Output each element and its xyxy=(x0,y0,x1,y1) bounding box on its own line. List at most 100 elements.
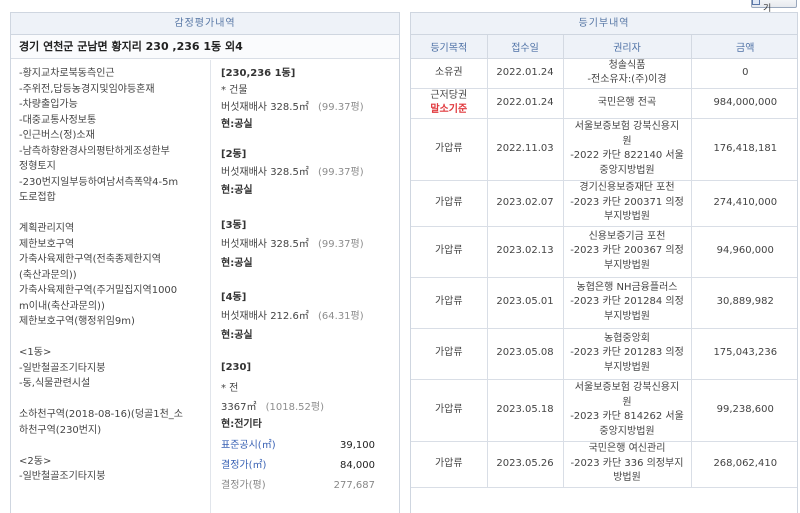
building-use: 버섯재배사 xyxy=(221,102,267,113)
feature-line xyxy=(19,330,210,346)
price-value: 84,000 xyxy=(340,460,375,471)
col-header-purpose: 등기목적 xyxy=(411,35,488,59)
building-title: [4동] xyxy=(221,292,247,303)
feature-line: -일반철골조기타지붕 xyxy=(19,471,106,482)
price-value: 277,687 xyxy=(333,480,375,491)
feature-line: -황지교차로북동측인근 xyxy=(19,68,115,79)
print-button[interactable]: 인쇄하기 xyxy=(751,0,797,14)
col-header-amount: 금액 xyxy=(691,35,797,59)
registry-row: 가압류 2023.05.08 농협중앙회 -2023 카단 201283 의정부지방법… xyxy=(411,328,797,380)
purpose-label: 소유권 xyxy=(434,66,463,78)
building-block: [230,236 1동] * 건물 버섯재배사 328.5㎡ (99.37평) … xyxy=(221,66,399,130)
registry-amount: 268,062,410 xyxy=(691,441,797,488)
building-pyeong: (64.31평) xyxy=(318,311,364,322)
feature-line: (축산과문의)) xyxy=(19,269,77,281)
registry-holder: 경기신용보증재단 포천 -2023 카단 200371 의정 부지방법원 xyxy=(563,180,692,227)
col-header-date: 접수일 xyxy=(487,35,564,59)
printer-icon xyxy=(752,0,760,5)
registry-date: 2022.11.03 xyxy=(487,118,564,181)
holder-line: -2023 카단 336 의정부지 xyxy=(570,457,684,469)
holder-line: 중앙지방법원 xyxy=(599,425,655,437)
registry-amount: 175,043,236 xyxy=(691,328,797,380)
land-pyeong: (1018.52평) xyxy=(265,402,324,413)
price-row: 결정가(㎡) 84,000 xyxy=(221,458,399,473)
registry-date: 2023.02.07 xyxy=(487,180,564,227)
registry-date: 2023.02.13 xyxy=(487,226,564,278)
building-type: * 건물 xyxy=(221,85,248,96)
purpose-label: 가압류 xyxy=(434,245,463,257)
purpose-label: 근저당권 xyxy=(430,89,468,101)
purpose-label: 가압류 xyxy=(434,296,463,308)
building-block: [4동] 버섯재배사 212.6㎡ (64.31평) 현:공실 xyxy=(221,270,399,342)
property-address: 경기 연천군 군남면 황지리 230 ,236 1동 외4 xyxy=(11,35,399,59)
building-area-value: 328.5㎡ xyxy=(270,167,309,178)
feature-line: 가축사육제한구역(주거밀집지역1000 xyxy=(19,285,178,296)
holder-line: -2023 카단 200371 의정 xyxy=(570,196,684,208)
building-area-value: 212.6㎡ xyxy=(270,311,309,322)
feature-line: 계획관리지역 xyxy=(19,223,75,234)
registry-date: 2023.05.18 xyxy=(487,379,564,442)
registry-row: 가압류 2023.02.07 경기신용보증재단 포천 -2023 카단 200371 … xyxy=(411,180,797,227)
feature-line: 정형토지 xyxy=(19,161,56,172)
registry-purpose: 근저당권말소기준 xyxy=(411,88,488,119)
registry-date: 2023.05.01 xyxy=(487,277,564,329)
feature-line: -대중교통사정보통 xyxy=(19,114,97,126)
building-title: [230,236 1동] xyxy=(221,68,296,79)
holder-line: -2023 카단 200367 의정 xyxy=(570,245,684,257)
holder-line: 농협중앙회 xyxy=(604,332,650,344)
building-area: 버섯재배사 328.5㎡ (99.37평) xyxy=(221,100,399,115)
building-title: [3동] xyxy=(221,220,247,231)
appraisal-body: -황지교차로북동측인근 -주위전,답등농경지및임야등혼재 -차량출입가능 -대중교통사… xyxy=(11,60,399,513)
registry-amount: 176,418,181 xyxy=(691,118,797,181)
building-title: [2동] xyxy=(221,149,247,160)
registry-amount: 984,000,000 xyxy=(691,88,797,119)
purpose-label: 가압류 xyxy=(434,347,463,359)
registry-table: 등기목적 접수일 권리자 금액 소유권 2022.01.24 청솔식품 -전소유자:(… xyxy=(411,35,797,488)
holder-line: -2023 카단 201283 의정 xyxy=(570,347,684,359)
property-features: -황지교차로북동측인근 -주위전,답등농경지및임야등혼재 -차량출입가능 -대중교통사… xyxy=(11,60,211,513)
registry-row: 소유권 2022.01.24 청솔식품 -전소유자:(주)이경 0 xyxy=(411,58,797,89)
price-row: 표준공시(㎡) 39,100 xyxy=(221,438,399,453)
feature-line xyxy=(19,438,210,454)
registry-date: 2023.05.08 xyxy=(487,328,564,380)
registry-holder: 농협중앙회 -2023 카단 201283 의정부지방법원 xyxy=(563,328,692,380)
purpose-label: 가압류 xyxy=(434,196,463,208)
registry-holder: 청솔식품 -전소유자:(주)이경 xyxy=(563,58,692,89)
holder-line: -2023 카단 201284 의정 xyxy=(570,296,684,308)
registry-row: 가압류 2022.11.03 서울보증보험 강북신용지 원 -2022 카단 82214… xyxy=(411,118,797,181)
registry-panel: 등기부내역 등기목적 접수일 권리자 금액 소유권 2022.01.24 청솔식품 -… xyxy=(410,12,798,513)
registry-purpose: 가압류 xyxy=(411,226,488,278)
price-label: 결정가(평) xyxy=(221,480,266,491)
baseline-tag: 말소기준 xyxy=(430,104,468,115)
holder-line: 국민은행 여신관리 xyxy=(588,443,666,455)
feature-line: 가축사육제한구역(전축종제한지역 xyxy=(19,254,161,265)
registry-row: 가압류 2023.05.18 서울보증보험 강북신용지 원 -2023 카단 81426… xyxy=(411,379,797,442)
building-area: 버섯재배사 328.5㎡ (99.37평) xyxy=(221,237,399,252)
land-type: * 전 xyxy=(221,383,239,394)
holder-line: 경기신용보증재단 포천 xyxy=(579,182,675,194)
registry-row: 가압류 2023.02.13 신용보증기금 포천 -2023 카단 200367 의정… xyxy=(411,226,797,278)
registry-purpose: 가압류 xyxy=(411,379,488,442)
building-pyeong: (99.37평) xyxy=(318,102,364,113)
holder-line: 부지방법원 xyxy=(604,361,650,373)
holder-line: 부지방법원 xyxy=(604,310,650,322)
building-area: 버섯재배사 328.5㎡ (99.37평) xyxy=(221,165,399,180)
price-row: 결정가(평) 277,687 xyxy=(221,478,399,493)
registry-amount: 94,960,000 xyxy=(691,226,797,278)
building-area-value: 328.5㎡ xyxy=(270,102,309,113)
building-status: 현:공실 xyxy=(221,185,253,196)
holder-line: 신용보증기금 포천 xyxy=(588,230,666,242)
feature-line: -230번지일부등하여남서측폭약4-5m xyxy=(19,176,179,188)
appraisal-panel: 감정평가내역 경기 연천군 군남면 황지리 230 ,236 1동 외4 -황지… xyxy=(10,12,400,513)
feature-line: m이내(축산과문의)) xyxy=(19,300,105,312)
building-block: [3동] 버섯재배사 328.5㎡ (99.37평) 현:공실 xyxy=(221,198,399,270)
holder-line: 국민은행 전곡 xyxy=(597,96,657,108)
holder-line: 방법원 xyxy=(613,472,641,484)
building-block: [2동] 버섯재배사 328.5㎡ (99.37평) 현:공실 xyxy=(221,127,399,198)
holder-line: 중앙지방법원 xyxy=(599,164,655,176)
appraisal-panel-title: 감정평가내역 xyxy=(11,13,399,35)
registry-date: 2023.05.26 xyxy=(487,441,564,488)
feature-line: -인근버스(정)소재 xyxy=(19,130,95,141)
feature-line xyxy=(19,206,210,222)
building-status: 현:공실 xyxy=(221,258,253,269)
